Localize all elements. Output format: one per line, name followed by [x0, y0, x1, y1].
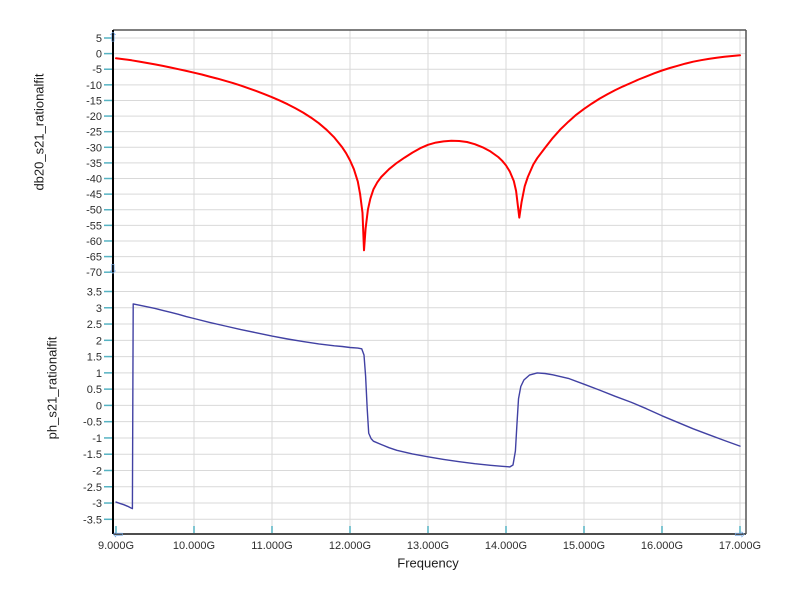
x-tick-label: 9.000G	[98, 540, 134, 552]
y-tick-label: 0.5	[87, 384, 102, 396]
y-tick-label: -25	[86, 127, 102, 139]
y-tick-label: 1.5	[87, 352, 102, 364]
y-tick-label: -1.5	[83, 449, 102, 461]
plot-canvas: 9.000G 10.000G 11.000G 12.000G 13.000G 14.000…	[83, 29, 761, 552]
y-tick-label: 3.5	[87, 287, 102, 299]
plot-window: 9.000G 10.000G 11.000G 12.000G 13.000G 14.000…	[0, 0, 792, 600]
plot-frame-group	[112, 29, 747, 535]
y-tick-label: -50	[86, 205, 102, 217]
y-tick-label: -0.5	[83, 417, 102, 429]
y-tick-label: 2.5	[87, 319, 102, 331]
y-tick-label: -35	[86, 158, 102, 170]
y-axis-title-phase: ph_s21_rationalfit	[44, 336, 60, 440]
y-tick-label: -3.5	[83, 514, 102, 526]
y-tick-label: 5	[96, 33, 102, 45]
gridlines-group	[113, 30, 746, 534]
y-tick-label: -45	[86, 189, 102, 201]
y-tick-label: -5	[92, 64, 102, 76]
tick-labels-group: 9.000G 10.000G 11.000G 12.000G 13.000G 14.000…	[83, 33, 761, 552]
y-tick-label: 0	[96, 49, 102, 61]
x-tick-label: 14.000G	[485, 540, 527, 552]
tick-marks-group	[104, 37, 741, 533]
y-tick-label: 2	[96, 335, 102, 347]
y-tick-label: -30	[86, 142, 102, 154]
y-tick-label: -15	[86, 95, 102, 107]
y-axis-title-db20: db20_s21_rationalfit	[31, 73, 47, 191]
x-tick-label: 15.000G	[563, 540, 605, 552]
y-tick-label: -70	[86, 267, 102, 279]
y-tick-label: -20	[86, 111, 102, 123]
y-tick-label: -2	[92, 465, 102, 477]
x-tick-label: 16.000G	[641, 540, 683, 552]
x-axis-min-arrow-icon[interactable]: ⇦	[113, 528, 124, 541]
x-tick-label: 10.000G	[173, 540, 215, 552]
y-tick-label: -1	[92, 433, 102, 445]
y-tick-label: -10	[86, 80, 102, 92]
y-tick-label: 3	[96, 303, 102, 315]
y-tick-label: -65	[86, 252, 102, 264]
y-tick-label: -2.5	[83, 482, 102, 494]
x-tick-label: 11.000G	[251, 540, 292, 552]
y-axis-max-arrow-icon[interactable]: ⇧	[108, 31, 119, 44]
x-axis-max-arrow-icon[interactable]: ⇨	[735, 528, 746, 541]
y-axis-min-arrow-icon[interactable]: ⇩	[108, 263, 119, 276]
x-tick-label: 13.000G	[407, 540, 449, 552]
y-tick-label: -3	[92, 498, 102, 510]
y-tick-label: -40	[86, 174, 102, 186]
y-tick-label: 1	[96, 368, 102, 380]
x-axis-title: Frequency	[397, 555, 459, 571]
y-tick-label: -60	[86, 236, 102, 248]
y-tick-label: 0	[96, 400, 102, 412]
y-tick-label: -55	[86, 220, 102, 232]
x-tick-label: 17.000G	[719, 540, 761, 552]
x-tick-label: 12.000G	[329, 540, 371, 552]
